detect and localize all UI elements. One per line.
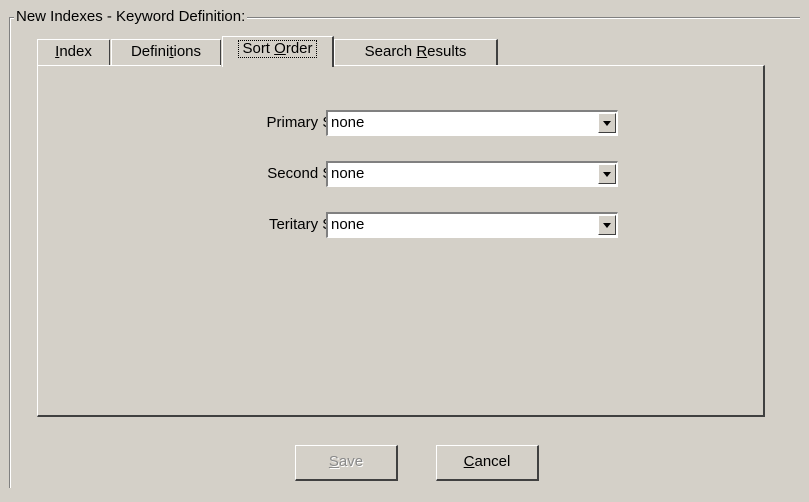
tertiary-sort-dropdown[interactable]: none: [326, 212, 618, 238]
second-sort-dropdown[interactable]: none: [326, 161, 618, 187]
tertiary-sort-row: Teritary Sort: none: [38, 212, 766, 240]
tab-definitions-label-pre: Defini: [130, 43, 170, 60]
chevron-down-icon: [603, 172, 611, 177]
save-button[interactable]: Save: [295, 445, 398, 481]
tab-sort-order-accel: O: [274, 40, 286, 57]
keyword-definition-window: New Indexes - Keyword Definition: Index …: [0, 0, 809, 502]
second-sort-row: Second Sort: none: [38, 161, 766, 189]
primary-sort-dropdown-button[interactable]: [598, 113, 616, 133]
save-button-accel: S: [328, 453, 339, 470]
tertiary-sort-value: none: [331, 216, 365, 233]
tab-sort-order-label-pre: Sort: [242, 40, 275, 57]
chevron-down-icon: [603, 121, 611, 126]
tertiary-sort-dropdown-button[interactable]: [598, 215, 616, 235]
primary-sort-dropdown[interactable]: none: [326, 110, 618, 136]
tab-search-results-accel: R: [416, 43, 428, 60]
tab-index[interactable]: Index: [37, 39, 111, 65]
save-button-label: ave: [338, 453, 364, 470]
tab-sort-order[interactable]: Sort Order: [222, 36, 334, 67]
tab-definitions[interactable]: Definitions: [111, 39, 222, 65]
groupbox-title: New Indexes - Keyword Definition:: [14, 8, 248, 26]
chevron-down-icon: [603, 223, 611, 228]
tab-sort-order-label-post: rder: [285, 40, 313, 57]
tab-definitions-label-post: ions: [173, 43, 202, 60]
cancel-button-accel: C: [463, 453, 475, 470]
second-sort-dropdown-button[interactable]: [598, 164, 616, 184]
cancel-button-label: ancel: [474, 453, 511, 470]
tab-search-results-label-post: esults: [427, 43, 467, 60]
tab-index-label-post: ndex: [59, 43, 92, 60]
second-sort-value: none: [331, 165, 365, 182]
tab-sort-order-focus: Sort Order: [238, 40, 317, 58]
cancel-button[interactable]: Cancel: [436, 445, 539, 481]
primary-sort-row: Primary Sort: none: [38, 110, 766, 138]
tab-search-results-label-pre: Search: [364, 43, 417, 60]
primary-sort-value: none: [331, 114, 365, 131]
sort-order-panel: Primary Sort: none Second Sort: none Ter…: [37, 65, 765, 417]
tab-search-results[interactable]: Search Results: [334, 39, 498, 65]
